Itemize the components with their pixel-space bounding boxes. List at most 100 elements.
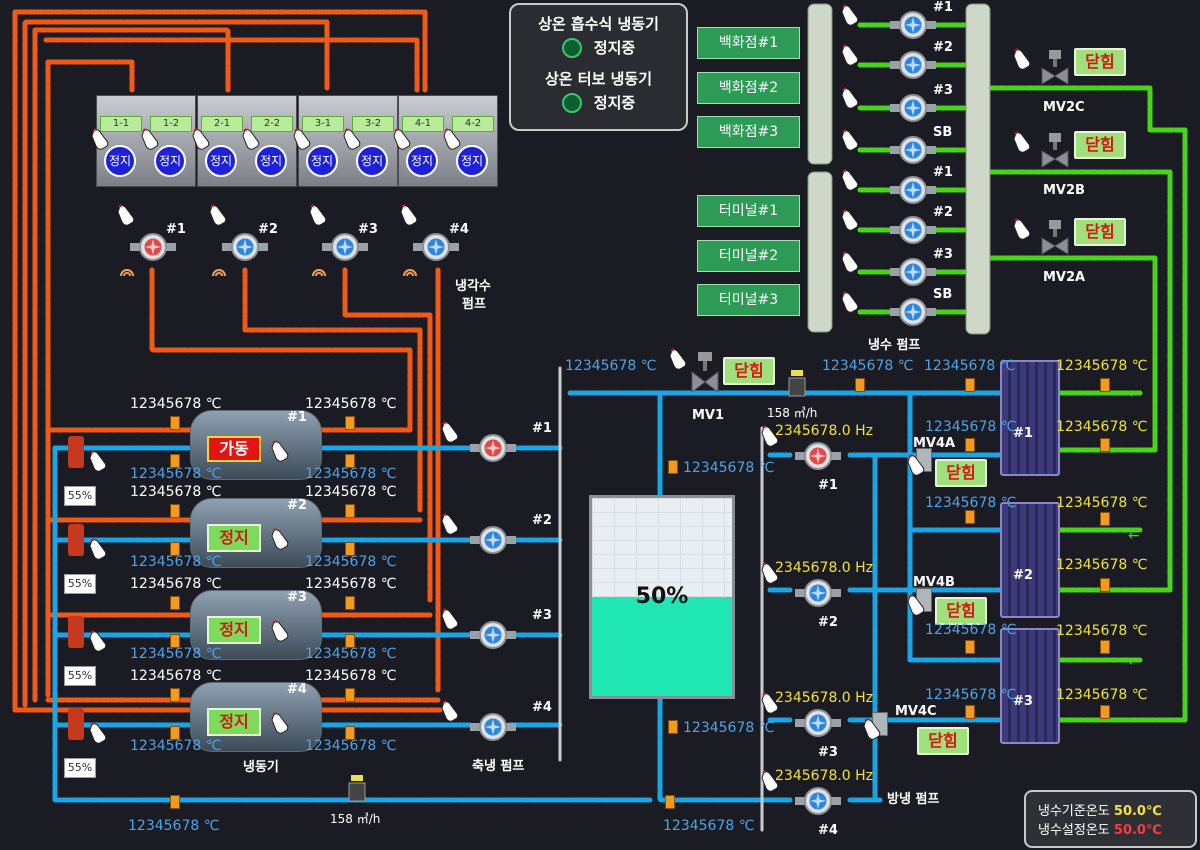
hand-control-icon[interactable] [840, 209, 862, 231]
cold-pump[interactable] [890, 50, 936, 80]
hand-control-icon[interactable] [308, 204, 330, 226]
valve-actuator-icon[interactable] [68, 708, 84, 740]
hand-control-icon[interactable] [1012, 218, 1034, 240]
hand-control-icon[interactable] [208, 204, 230, 226]
hand-control-icon[interactable] [116, 204, 138, 226]
hand-control-icon[interactable] [1012, 48, 1034, 70]
temperature-readout: 12345678 ℃ [925, 419, 1017, 435]
flow-readout: 158 ㎥/h [330, 812, 381, 826]
temperature-readout: 12345678 ℃ [305, 554, 397, 570]
valve-mv4c-state[interactable]: 닫힘 [917, 727, 969, 755]
wifi-icon [312, 262, 326, 277]
hand-control-icon[interactable] [440, 513, 462, 535]
cold-pump[interactable] [890, 135, 936, 165]
hand-control-icon[interactable] [88, 722, 110, 744]
hand-control-icon[interactable] [399, 204, 421, 226]
hand-control-icon[interactable] [668, 348, 690, 370]
storage-pump-number: #1 [532, 421, 552, 436]
chiller-state-button[interactable]: 정지 [207, 708, 261, 736]
valve-mv2b-state[interactable]: 닫힘 [1074, 131, 1126, 159]
cold-pump[interactable] [890, 10, 936, 40]
discharge-pump[interactable] [795, 578, 841, 608]
cold-pump-label: SB [933, 287, 953, 302]
hand-control-icon[interactable] [840, 251, 862, 273]
motorized-valve-icon[interactable] [690, 352, 720, 394]
discharge-pump-number: #4 [818, 823, 838, 838]
discharge-pump[interactable] [795, 441, 841, 471]
discharge-pump[interactable] [795, 708, 841, 738]
consumer-button[interactable]: 백화점#1 [697, 27, 800, 59]
hand-control-icon[interactable] [442, 128, 464, 150]
pump-icon [470, 526, 516, 554]
cold-pump[interactable] [890, 297, 936, 327]
wifi-icon [212, 262, 226, 277]
hand-control-icon[interactable] [270, 712, 292, 734]
motorized-valve-icon[interactable] [1040, 133, 1070, 168]
hand-control-icon[interactable] [140, 128, 162, 150]
hand-control-icon[interactable] [440, 608, 462, 630]
tank-level-fill [592, 597, 732, 696]
pump-icon [470, 434, 516, 462]
hand-control-icon[interactable] [906, 594, 928, 616]
cold-pump[interactable] [890, 93, 936, 123]
valve-actuator-icon[interactable] [68, 524, 84, 556]
consumer-button[interactable]: 백화점#3 [697, 116, 800, 148]
valve-mv4b-state[interactable]: 닫힘 [935, 597, 987, 625]
hand-control-icon[interactable] [840, 4, 862, 26]
chiller-state-button[interactable]: 가동 [207, 436, 261, 462]
hand-control-icon[interactable] [270, 528, 292, 550]
pump-icon [795, 709, 841, 737]
valve-actuator-icon[interactable] [68, 436, 84, 468]
hand-control-icon[interactable] [270, 620, 292, 642]
temperature-readout: 12345678 ℃ [1056, 495, 1148, 511]
temp-sensor-icon [170, 416, 180, 430]
hand-control-icon[interactable] [840, 87, 862, 109]
hand-control-icon[interactable] [270, 440, 292, 462]
hand-control-icon[interactable] [88, 450, 110, 472]
consumer-button[interactable]: 터미널#3 [697, 284, 800, 316]
hand-control-icon[interactable] [1012, 131, 1034, 153]
hand-control-icon[interactable] [342, 128, 364, 150]
temp-sensor-icon [668, 720, 678, 734]
discharge-pump[interactable] [795, 786, 841, 816]
hand-control-icon[interactable] [440, 700, 462, 722]
cold-pump[interactable] [890, 215, 936, 245]
consumer-button[interactable]: 백화점#2 [697, 72, 800, 104]
hand-control-icon[interactable] [88, 538, 110, 560]
heat-exchanger [1000, 360, 1060, 476]
consumer-button[interactable]: 터미널#2 [697, 240, 800, 272]
storage-pump[interactable] [470, 525, 516, 555]
valve-mv4a-state[interactable]: 닫힘 [935, 459, 987, 487]
cold-pump[interactable] [890, 175, 936, 205]
hand-control-icon[interactable] [862, 718, 884, 740]
chiller-state-button[interactable]: 정지 [207, 524, 261, 552]
storage-pump[interactable] [470, 620, 516, 650]
chiller-state-button[interactable]: 정지 [207, 616, 261, 644]
hand-control-icon[interactable] [392, 128, 414, 150]
flow-arrow-icon: ← [1128, 528, 1140, 544]
hand-control-icon[interactable] [88, 630, 110, 652]
pump-icon [795, 579, 841, 607]
consumer-button[interactable]: 터미널#1 [697, 195, 800, 227]
hand-control-icon[interactable] [292, 128, 314, 150]
hand-control-icon[interactable] [840, 169, 862, 191]
hand-control-icon[interactable] [440, 421, 462, 443]
hand-control-icon[interactable] [90, 128, 112, 150]
valve-mv2c-state[interactable]: 닫힘 [1074, 48, 1126, 76]
valve-actuator-icon[interactable] [68, 616, 84, 648]
valve-mv1-state[interactable]: 닫힘 [723, 357, 775, 385]
temp-sensor-icon [665, 795, 675, 809]
storage-pump[interactable] [470, 712, 516, 742]
cold-pump-label: #3 [933, 247, 953, 262]
motorized-valve-icon[interactable] [1040, 50, 1070, 85]
storage-pump[interactable] [470, 433, 516, 463]
motorized-valve-icon[interactable] [1040, 220, 1070, 255]
hand-control-icon[interactable] [840, 129, 862, 151]
hand-control-icon[interactable] [241, 128, 263, 150]
hand-control-icon[interactable] [840, 44, 862, 66]
valve-mv2a-state[interactable]: 닫힘 [1074, 218, 1126, 246]
cold-pump[interactable] [890, 257, 936, 287]
hand-control-icon[interactable] [191, 128, 213, 150]
hand-control-icon[interactable] [840, 291, 862, 313]
hand-control-icon[interactable] [906, 454, 928, 476]
